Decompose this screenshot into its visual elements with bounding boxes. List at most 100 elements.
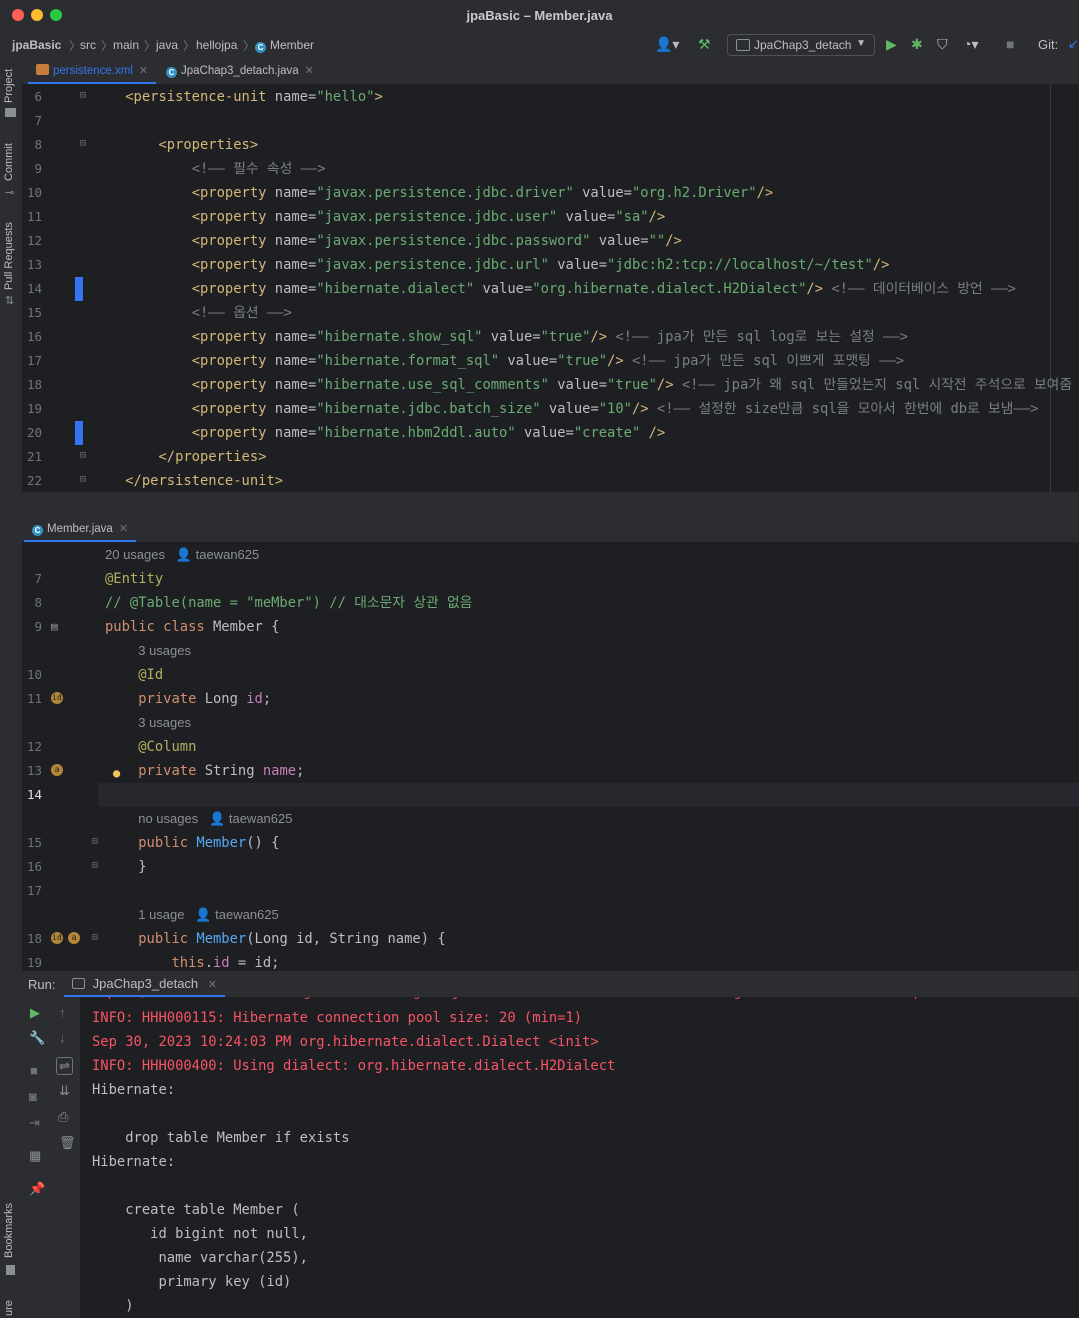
breadcrumb-package[interactable]: hellojpa xyxy=(196,38,237,52)
code-token: name= xyxy=(274,89,317,105)
member-java-editor[interactable]: ▤ id a ● id a ⊟ ⊟ ⊟ 20 usages 👤 taewan62… xyxy=(22,543,1079,970)
tab-persistence-xml[interactable]: persistence.xml ✕ xyxy=(28,58,157,84)
run-tab-jpachap3-detach[interactable]: JpaChap3_detach ✕ xyxy=(64,971,225,997)
print-icon[interactable]: ⎙ xyxy=(58,1109,68,1125)
arrow-up-icon[interactable]: ↑ xyxy=(59,1005,66,1020)
code-token: "hello" xyxy=(316,89,375,105)
constructor-param-icon[interactable]: a xyxy=(68,932,80,944)
run-console[interactable]: Sep 30, 2023 10:24:03 PM org.hibernate.e… xyxy=(80,997,1079,1318)
line-number: 17 xyxy=(26,883,42,898)
fold-icon[interactable]: ⊟ xyxy=(80,90,86,101)
commit-tool-button[interactable]: Commit xyxy=(3,143,15,181)
right-margin-guide xyxy=(1050,85,1051,492)
close-tab-icon[interactable]: ✕ xyxy=(139,65,148,77)
code-line: <property name="javax.persistence.jdbc.p… xyxy=(92,229,682,253)
code-token: 3 usages xyxy=(138,643,191,658)
scroll-to-end-icon[interactable]: ⇊ xyxy=(59,1083,70,1099)
inlay-hint-line: no usages 👤 taewan625 xyxy=(105,807,292,831)
rerun-icon[interactable]: ▶ xyxy=(30,1005,40,1021)
build-hammer-icon[interactable]: ⚒ xyxy=(698,36,711,52)
close-tab-icon[interactable]: ✕ xyxy=(208,979,217,991)
code-token: /> xyxy=(590,329,608,345)
fold-icon[interactable]: ⊟ xyxy=(80,474,86,485)
code-token: <property xyxy=(191,233,275,249)
code-line: <property name="javax.persistence.jdbc.u… xyxy=(92,253,890,277)
breadcrumb-separator-icon: 〉 xyxy=(183,39,196,53)
line-number: 11 xyxy=(26,209,42,224)
fold-icon[interactable]: ⊟ xyxy=(80,138,86,149)
debug-bug-icon[interactable]: ✱ xyxy=(911,36,923,52)
user-icon[interactable]: 👤▾ xyxy=(655,36,679,52)
profile-icon[interactable]: ◔▾ xyxy=(963,36,978,52)
camera-icon[interactable]: ◙ xyxy=(29,1089,37,1104)
fold-icon[interactable]: ⊟ xyxy=(92,932,98,943)
bookmarks-tool-button[interactable]: Bookmarks xyxy=(3,1203,15,1258)
fold-icon[interactable]: ⊟ xyxy=(80,450,86,461)
wrench-icon[interactable]: 🔧 xyxy=(29,1030,45,1046)
code-token: "hibernate.use_sql_comments" xyxy=(316,377,558,393)
database-entity-icon[interactable]: ▤ xyxy=(51,620,58,633)
breadcrumb-project[interactable]: jpaBasic xyxy=(12,38,61,52)
change-marker xyxy=(75,277,83,301)
persistence-xml-editor[interactable]: ⊟ ⊟ ⊟ ⊟ 6 <persistence-unit name="hello"… xyxy=(22,85,1079,492)
breadcrumb-class-label: Member xyxy=(270,38,315,52)
project-tool-button[interactable]: Project xyxy=(3,69,15,103)
breadcrumb-main[interactable]: main xyxy=(113,38,139,52)
code-line: <property name="hibernate.jdbc.batch_siz… xyxy=(92,397,1039,421)
code-token: <!—— 설정한 size만큼 sql을 모아서 한번에 db로 보냄——> xyxy=(648,401,1039,417)
id-field-icon[interactable]: id xyxy=(51,692,63,704)
close-tab-icon[interactable]: ✕ xyxy=(305,65,314,77)
tab-jpachap3-detach[interactable]: C JpaChap3_detach.java ✕ xyxy=(158,58,322,84)
git-update-icon[interactable]: ↙ xyxy=(1068,36,1079,52)
stop-icon[interactable]: ■ xyxy=(30,1063,38,1078)
structure-tool-button[interactable]: ure xyxy=(3,1300,15,1316)
breadcrumb-class[interactable]: C Member xyxy=(255,38,314,53)
line-number: 13 xyxy=(26,763,42,778)
code-token: <!—— 데이터베이스 방언 ——> xyxy=(823,281,1016,297)
run-configuration-select[interactable]: JpaChap3_detach ▼ xyxy=(727,34,875,56)
window-title: jpaBasic – Member.java xyxy=(466,8,613,23)
breadcrumb-src[interactable]: src xyxy=(80,38,96,52)
pin-icon[interactable]: 📌 xyxy=(29,1181,45,1197)
exit-icon[interactable]: ⇥ xyxy=(29,1115,40,1131)
line-number: 11 xyxy=(26,691,42,706)
code-token: "javax.persistence.jdbc.driver" xyxy=(316,185,583,201)
code-line: <property name="hibernate.use_sql_commen… xyxy=(92,373,1079,397)
layout-icon[interactable]: ▦ xyxy=(29,1148,41,1164)
fold-icon[interactable]: ⊟ xyxy=(92,860,98,871)
run-play-icon[interactable]: ▶ xyxy=(886,36,897,52)
coverage-icon[interactable]: ⛉ xyxy=(937,36,948,52)
code-token: (Long xyxy=(246,931,297,947)
code-token: <persistence-unit xyxy=(125,89,275,105)
fold-icon[interactable]: ⊟ xyxy=(92,836,98,847)
arrow-down-icon[interactable]: ↓ xyxy=(59,1030,66,1045)
soft-wrap-icon[interactable]: ⇌ xyxy=(56,1057,73,1075)
code-token: > xyxy=(374,89,383,105)
close-tab-icon[interactable]: ✕ xyxy=(119,523,128,535)
run-panel-label: Run: xyxy=(28,977,56,992)
line-number: 16 xyxy=(26,329,42,344)
trash-icon[interactable]: 🗑 xyxy=(59,1135,76,1151)
column-field-icon[interactable]: a xyxy=(51,764,63,776)
code-token: <property xyxy=(191,401,275,417)
code-line: public class Member { xyxy=(105,615,279,639)
tab-member-java[interactable]: C Member.java ✕ xyxy=(24,516,137,542)
code-token: </properties> xyxy=(158,449,267,465)
tab-label: persistence.xml xyxy=(53,65,133,77)
breadcrumb-java[interactable]: java xyxy=(156,38,178,52)
console-line: INFO: HHH000115: Hibernate connection po… xyxy=(92,1010,583,1026)
editor-splitter[interactable] xyxy=(22,492,1079,516)
code-line: private String name; xyxy=(105,759,304,783)
code-token: name= xyxy=(274,185,317,201)
constructor-param-icon[interactable]: id xyxy=(51,932,63,944)
stop-icon[interactable]: ■ xyxy=(1006,36,1014,52)
code-token: "javax.persistence.jdbc.password" xyxy=(316,233,599,249)
pull-requests-tool-button[interactable]: Pull Requests xyxy=(3,222,15,290)
